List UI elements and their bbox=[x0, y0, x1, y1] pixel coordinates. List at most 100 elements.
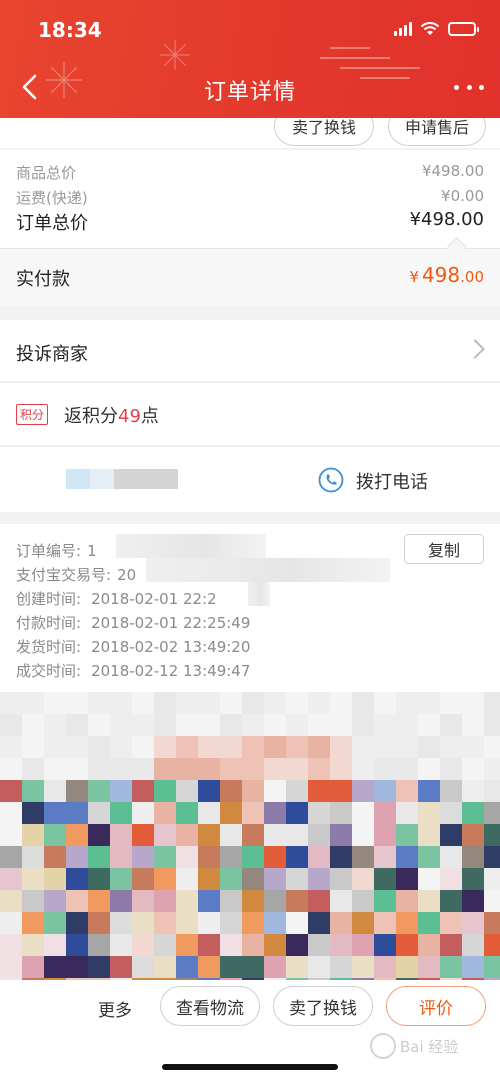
mosaic-tile bbox=[330, 780, 352, 802]
completed-label: 成交时间: bbox=[16, 662, 82, 680]
mosaic-tile bbox=[220, 714, 242, 736]
mosaic-tile bbox=[330, 912, 352, 934]
mosaic-tile bbox=[352, 736, 374, 758]
mosaic-tile bbox=[0, 780, 22, 802]
phone-icon[interactable] bbox=[318, 467, 344, 493]
mosaic-tile bbox=[462, 890, 484, 912]
mosaic-tile bbox=[132, 692, 154, 714]
baidu-paw-icon bbox=[370, 1033, 396, 1059]
mosaic-tile bbox=[286, 780, 308, 802]
shipping-label: 运费(快递) bbox=[16, 189, 88, 207]
mosaic-tile bbox=[418, 890, 440, 912]
mosaic-tile bbox=[440, 758, 462, 780]
shipping-row: 运费(快递) ¥0.00 bbox=[16, 187, 484, 208]
mosaic-tile bbox=[308, 780, 330, 802]
mosaic-tile bbox=[286, 802, 308, 824]
sell-exchange-button[interactable]: 卖了换钱 bbox=[274, 118, 374, 146]
mosaic-tile bbox=[286, 714, 308, 736]
mosaic-tile bbox=[44, 868, 66, 890]
mosaic-tile bbox=[484, 934, 500, 956]
order-info: 订单编号: 1 复制 支付宝交易号: 20 创建时间: 2018-02-01 22:2… bbox=[0, 524, 500, 692]
app-header: 18:34 订单详情 bbox=[0, 0, 500, 118]
points-badge: 积分 bbox=[16, 404, 49, 425]
mosaic-tile bbox=[352, 824, 374, 846]
mosaic-tile bbox=[484, 758, 500, 780]
mosaic-tile bbox=[308, 736, 330, 758]
mosaic-tile bbox=[22, 714, 44, 736]
mosaic-tile bbox=[352, 890, 374, 912]
mosaic-tile bbox=[198, 802, 220, 824]
mosaic-tile bbox=[220, 692, 242, 714]
mosaic-tile bbox=[484, 912, 500, 934]
call-phone-button[interactable]: 拨打电话 bbox=[356, 468, 428, 494]
mosaic-tile bbox=[462, 868, 484, 890]
mosaic-tile bbox=[44, 956, 66, 978]
complain-merchant-item[interactable]: 投诉商家 bbox=[0, 320, 500, 382]
mosaic-tile bbox=[462, 846, 484, 868]
mosaic-tile bbox=[110, 824, 132, 846]
mosaic-tile bbox=[198, 780, 220, 802]
mosaic-tile bbox=[44, 824, 66, 846]
mosaic-tile bbox=[396, 736, 418, 758]
mosaic-tile bbox=[396, 692, 418, 714]
mosaic-tile bbox=[396, 846, 418, 868]
mosaic-tile bbox=[462, 802, 484, 824]
mosaic-tile bbox=[154, 956, 176, 978]
paid-integer: 498 bbox=[421, 263, 461, 287]
mosaic-tile bbox=[374, 956, 396, 978]
mosaic-tile bbox=[374, 780, 396, 802]
mosaic-tile bbox=[418, 868, 440, 890]
mosaic-tile bbox=[286, 934, 308, 956]
mosaic-tile bbox=[66, 890, 88, 912]
mosaic-tile bbox=[242, 692, 264, 714]
copy-button[interactable]: 复制 bbox=[404, 534, 484, 564]
mosaic-tile bbox=[0, 824, 22, 846]
mosaic-tile bbox=[418, 758, 440, 780]
mosaic-tile bbox=[352, 934, 374, 956]
mosaic-tile bbox=[330, 692, 352, 714]
mosaic-tile bbox=[374, 868, 396, 890]
mosaic-tile bbox=[242, 714, 264, 736]
mosaic-tile bbox=[330, 714, 352, 736]
bottom-action-bar: 更多 查看物流 卖了换钱 评价 Bai 经验 bbox=[0, 980, 500, 1082]
mosaic-tile bbox=[110, 890, 132, 912]
review-button[interactable]: 评价 bbox=[386, 986, 486, 1026]
shipped-value: 2018-02-02 13:49:20 bbox=[91, 638, 251, 656]
mosaic-tile bbox=[308, 692, 330, 714]
mosaic-tile bbox=[154, 890, 176, 912]
more-button[interactable]: 更多 bbox=[98, 996, 132, 1021]
mosaic-tile bbox=[44, 758, 66, 780]
mosaic-tile bbox=[198, 868, 220, 890]
paid-time-label: 付款时间: bbox=[16, 614, 82, 632]
mosaic-tile bbox=[176, 692, 198, 714]
mosaic-tile bbox=[220, 736, 242, 758]
mosaic-tile bbox=[242, 758, 264, 780]
mosaic-tile bbox=[132, 824, 154, 846]
mosaic-tile bbox=[44, 890, 66, 912]
paid-amount: ¥498.00 bbox=[409, 263, 484, 287]
mosaic-tile bbox=[176, 736, 198, 758]
after-sale-button[interactable]: 申请售后 bbox=[388, 118, 486, 146]
paid-time-line: 付款时间: 2018-02-01 22:25:49 bbox=[16, 612, 250, 633]
mosaic-tile bbox=[22, 802, 44, 824]
mosaic-tile bbox=[132, 868, 154, 890]
mosaic-tile bbox=[352, 780, 374, 802]
mosaic-tile bbox=[44, 780, 66, 802]
mosaic-tile bbox=[374, 692, 396, 714]
mosaic-tile bbox=[22, 868, 44, 890]
mosaic-tile bbox=[220, 780, 242, 802]
more-dots-icon[interactable] bbox=[454, 74, 484, 100]
created-label: 创建时间: bbox=[16, 590, 82, 608]
sell-exchange-button-bottom[interactable]: 卖了换钱 bbox=[273, 986, 373, 1026]
mosaic-tile bbox=[286, 868, 308, 890]
mosaic-tile bbox=[484, 846, 500, 868]
mosaic-tile bbox=[176, 780, 198, 802]
mosaic-tile bbox=[462, 692, 484, 714]
mosaic-tile bbox=[242, 824, 264, 846]
mosaic-tile bbox=[0, 934, 22, 956]
home-indicator[interactable] bbox=[162, 1064, 338, 1070]
view-logistics-button[interactable]: 查看物流 bbox=[160, 986, 260, 1026]
mosaic-tile bbox=[88, 890, 110, 912]
mosaic-tile bbox=[396, 912, 418, 934]
wifi-icon bbox=[420, 22, 440, 35]
